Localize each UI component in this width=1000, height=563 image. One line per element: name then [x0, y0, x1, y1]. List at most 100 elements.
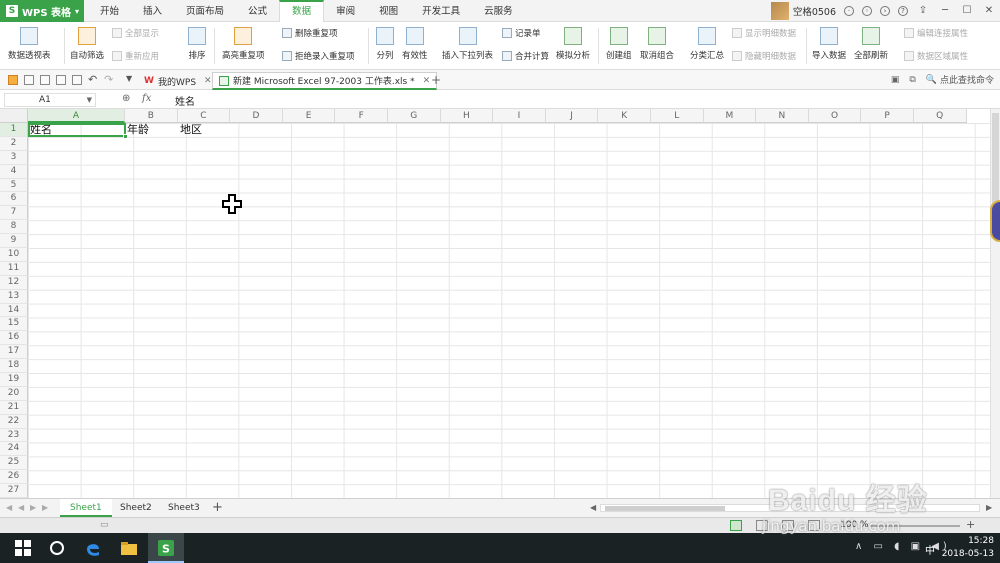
- clock[interactable]: 15:28 2018-05-13: [942, 535, 994, 561]
- row-header[interactable]: 15: [0, 317, 28, 332]
- system-tray-icons[interactable]: ∧ ▭ ◖ ▣ ◀): [855, 541, 951, 552]
- zoom-in-icon[interactable]: +: [966, 518, 975, 531]
- row-header[interactable]: 22: [0, 414, 28, 429]
- edit-connection-button[interactable]: 编辑连接属性: [904, 27, 968, 39]
- cortana-icon[interactable]: [48, 539, 66, 557]
- prev-sheet-icon[interactable]: ◀: [18, 503, 24, 512]
- wps-spreadsheet-icon[interactable]: S: [157, 539, 175, 557]
- column-header[interactable]: J: [545, 109, 599, 123]
- user-status-icon[interactable]: ·: [844, 6, 854, 16]
- share-icon[interactable]: ›: [880, 6, 890, 16]
- column-header[interactable]: M: [703, 109, 757, 123]
- maximize-button[interactable]: ☐: [956, 0, 978, 22]
- reading-view-button[interactable]: [808, 520, 820, 531]
- row-header[interactable]: 12: [0, 275, 28, 290]
- sort-button[interactable]: 排序: [188, 25, 206, 61]
- function-icon[interactable]: fx: [142, 93, 151, 104]
- command-search[interactable]: ▣ ⧉ 🔍 点此查找命令: [891, 73, 994, 87]
- row-header[interactable]: 11: [0, 261, 28, 276]
- column-header[interactable]: C: [177, 109, 231, 123]
- column-header[interactable]: K: [598, 109, 651, 123]
- scroll-left-icon[interactable]: ◀: [590, 503, 596, 512]
- redo-icon[interactable]: ↷: [104, 73, 113, 86]
- refresh-all-button[interactable]: 全部刷新: [854, 25, 888, 61]
- subtotal-button[interactable]: 分类汇总: [690, 25, 724, 61]
- tab-formulas[interactable]: 公式: [236, 0, 279, 22]
- column-header[interactable]: H: [440, 109, 494, 123]
- sheet-tab-sheet2[interactable]: Sheet2: [110, 499, 162, 517]
- close-icon[interactable]: ✕: [204, 76, 212, 86]
- reapply-button[interactable]: 重新应用: [112, 50, 159, 62]
- row-header[interactable]: 5: [0, 178, 28, 193]
- save-icon[interactable]: [24, 75, 34, 85]
- hide-detail-button[interactable]: 隐藏明细数据: [732, 50, 796, 62]
- tab-my-wps[interactable]: W 我的WPS ✕: [138, 72, 218, 90]
- insert-dropdown-button[interactable]: 插入下拉列表: [442, 25, 493, 61]
- tab-cloud[interactable]: 云服务: [472, 0, 525, 22]
- name-box[interactable]: A1 ▼: [4, 93, 96, 107]
- row-header[interactable]: 21: [0, 400, 28, 415]
- tab-review[interactable]: 审阅: [324, 0, 367, 22]
- help-icon[interactable]: ?: [898, 6, 908, 16]
- row-header[interactable]: 27: [0, 484, 28, 498]
- scroll-right-icon[interactable]: ▶: [986, 503, 992, 512]
- print-icon[interactable]: [56, 75, 66, 85]
- tab-developer[interactable]: 开发工具: [410, 0, 472, 22]
- column-header[interactable]: B: [125, 109, 178, 123]
- column-header[interactable]: P: [861, 109, 914, 123]
- minimize-doc-icon[interactable]: ⧉: [909, 75, 915, 85]
- tab-data[interactable]: 数据: [279, 0, 325, 22]
- page-break-view-button[interactable]: [756, 520, 768, 531]
- column-header[interactable]: Q: [913, 109, 967, 123]
- vertical-scrollbar[interactable]: [990, 109, 1000, 498]
- cell-b1[interactable]: 年龄: [127, 123, 149, 137]
- username[interactable]: 空格0506: [793, 4, 836, 18]
- tab-page-layout[interactable]: 页面布局: [174, 0, 236, 22]
- close-icon[interactable]: ✕: [423, 76, 431, 86]
- new-tab-button[interactable]: +: [431, 73, 441, 87]
- row-header[interactable]: 23: [0, 428, 28, 443]
- edge-browser-icon[interactable]: [84, 539, 102, 557]
- row-header[interactable]: 14: [0, 303, 28, 318]
- sheet-tab-sheet1[interactable]: Sheet1: [60, 499, 112, 517]
- chevron-down-icon[interactable]: ▼: [126, 74, 132, 83]
- row-header[interactable]: 13: [0, 289, 28, 304]
- sheet-tab-sheet3[interactable]: Sheet3: [158, 499, 210, 517]
- last-sheet-icon[interactable]: ▶: [42, 503, 48, 512]
- column-header[interactable]: I: [493, 109, 546, 123]
- formula-input[interactable]: 姓名: [175, 93, 195, 108]
- column-header[interactable]: A: [28, 109, 125, 123]
- close-button[interactable]: ✕: [978, 0, 1000, 22]
- row-header[interactable]: 8: [0, 220, 28, 235]
- row-header[interactable]: 18: [0, 359, 28, 374]
- consolidate-button[interactable]: 合并计算: [502, 50, 549, 62]
- row-header[interactable]: 4: [0, 164, 28, 179]
- ungroup-button[interactable]: 取消组合: [640, 25, 674, 61]
- app-menu-button[interactable]: S WPS 表格 ▾: [0, 0, 84, 22]
- add-sheet-button[interactable]: +: [212, 500, 223, 515]
- row-header[interactable]: 25: [0, 456, 28, 471]
- row-header[interactable]: 19: [0, 373, 28, 387]
- ribbon-collapse-icon[interactable]: ⇪: [912, 0, 934, 22]
- show-all-button[interactable]: 全部显示: [112, 27, 159, 39]
- record-form-button[interactable]: 记录单: [502, 27, 541, 39]
- column-header[interactable]: D: [230, 109, 283, 123]
- delete-duplicates-button[interactable]: 删除重复项: [282, 27, 338, 39]
- column-header[interactable]: O: [808, 109, 862, 123]
- validity-button[interactable]: 有效性: [402, 25, 428, 61]
- first-sheet-icon[interactable]: ◀: [6, 503, 12, 512]
- page-layout-view-button[interactable]: [782, 520, 794, 531]
- cell-area[interactable]: 姓名 年龄 地区: [28, 123, 990, 498]
- row-header[interactable]: 26: [0, 470, 28, 485]
- normal-view-button[interactable]: [730, 520, 742, 531]
- column-header[interactable]: L: [650, 109, 704, 123]
- windows-start-icon[interactable]: [14, 539, 32, 557]
- active-cell-selection[interactable]: [28, 123, 128, 139]
- cell-c1[interactable]: 地区: [180, 123, 202, 137]
- group-button[interactable]: 创建组: [606, 25, 632, 61]
- import-data-button[interactable]: 导入数据: [812, 25, 846, 61]
- tab-workbook[interactable]: 新建 Microsoft Excel 97-2003 工作表.xls * ✕: [212, 72, 438, 90]
- export-pdf-icon[interactable]: [40, 75, 50, 85]
- fill-handle[interactable]: [123, 134, 128, 139]
- layout-icon[interactable]: ▣: [891, 75, 900, 85]
